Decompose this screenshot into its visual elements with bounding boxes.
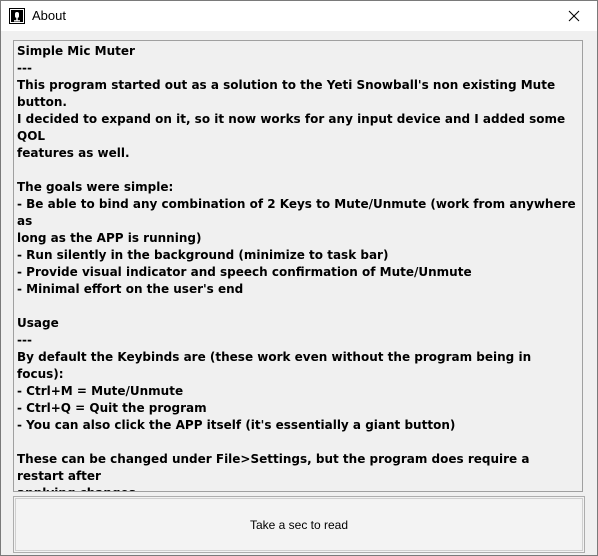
text-line: By default the Keybinds are (these work … (17, 350, 536, 381)
text-line: Usage (17, 316, 59, 330)
text-line: applying changes. (17, 485, 579, 491)
text-line: This program started out as a solution t… (17, 78, 560, 109)
text-line: long as the APP is running) (17, 231, 202, 245)
microphone-app-icon (9, 8, 25, 24)
text-line: - You can also click the APP itself (it'… (17, 418, 456, 432)
text-line: Simple Mic Muter (17, 44, 135, 58)
text-line: - Provide visual indicator and speech co… (17, 265, 472, 279)
read-button[interactable]: Take a sec to read (13, 496, 585, 553)
text-line: features as well. (17, 146, 130, 160)
text-line: I decided to expand on it, so it now wor… (17, 112, 570, 143)
text-line: - Be able to bind any combination of 2 K… (17, 197, 580, 228)
about-window: About Simple Mic Muter --- This program st… (0, 0, 598, 556)
close-icon (568, 7, 580, 26)
window-title: About (32, 8, 66, 23)
about-text: Simple Mic Muter --- This program started … (14, 41, 582, 491)
read-button-label: Take a sec to read (249, 517, 349, 532)
text-line: - Run silently in the background (minimi… (17, 248, 389, 262)
text-line: --- (17, 61, 32, 75)
about-text-box[interactable]: Simple Mic Muter --- This program started … (13, 40, 583, 492)
text-line: - Ctrl+M = Mute/Unmute (17, 384, 184, 398)
text-line: --- (17, 333, 32, 347)
text-line: - Ctrl+Q = Quit the program (17, 401, 207, 415)
text-line: The goals were simple: (17, 180, 174, 194)
title-bar[interactable]: About (1, 1, 597, 32)
close-button[interactable] (551, 1, 597, 31)
text-line: - Minimal effort on the user's end (17, 282, 244, 296)
text-line: These can be changed under File>Settings… (17, 452, 534, 483)
